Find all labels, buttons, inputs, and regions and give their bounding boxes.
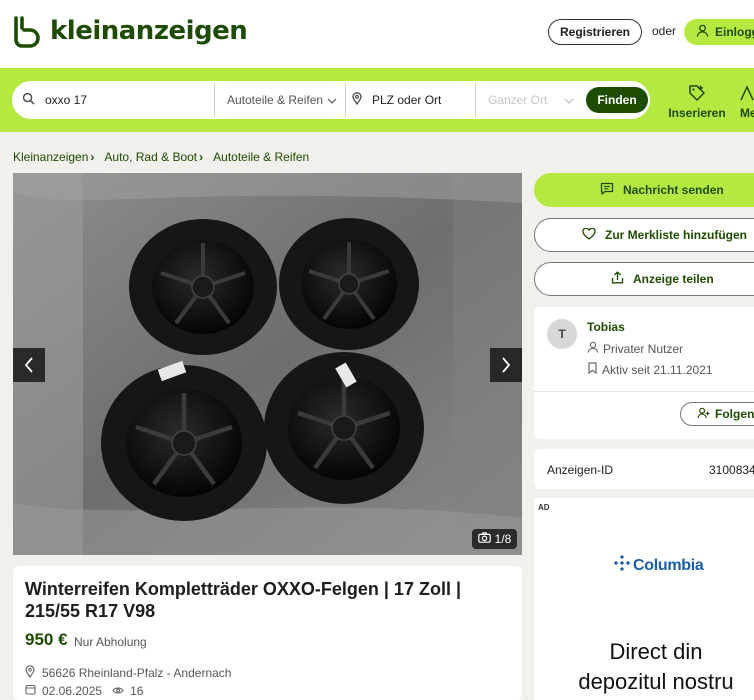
ad-id-box: Anzeigen-ID 31008341 — [534, 449, 754, 489]
login-button[interactable]: Einloggen — [684, 19, 754, 45]
ad-tag: AD — [538, 503, 550, 512]
listing-details: Winterreifen Kompletträder OXXO-Felgen |… — [13, 566, 522, 700]
find-button[interactable]: Finden — [586, 87, 648, 113]
breadcrumb-item[interactable]: Kleinanzeigen — [13, 150, 88, 164]
add-to-watchlist-button[interactable]: Zur Merkliste hinzufügen — [534, 218, 754, 252]
register-button[interactable]: Registrieren — [548, 19, 642, 45]
ad-headline: Direct din depozitul nostru — [578, 639, 734, 694]
send-message-label: Nachricht senden — [623, 183, 724, 197]
gallery-counter-text: 1/8 — [494, 532, 512, 546]
wheel-bottom-right — [264, 352, 424, 504]
user-icon — [696, 24, 709, 40]
bookmark-icon — [587, 362, 598, 377]
wheel-top-left — [129, 219, 277, 355]
send-message-button[interactable]: Nachricht senden — [534, 173, 754, 207]
listing-price: 950 € — [25, 630, 68, 649]
logo-mark-icon — [12, 14, 42, 48]
gallery-next-button[interactable] — [490, 348, 522, 382]
more-icon — [740, 84, 754, 104]
login-label: Einloggen — [715, 25, 754, 39]
gallery-counter: 1/8 — [472, 529, 517, 549]
breadcrumb: Kleinanzeigen › Auto, Rad & Boot › Autot… — [13, 150, 309, 164]
radius-select[interactable]: Ganzer Ort — [476, 83, 582, 117]
chevron-right-icon — [502, 357, 511, 373]
divider — [534, 391, 754, 392]
category-select[interactable]: Autoteile & Reifen — [215, 83, 346, 117]
location-pin-icon — [25, 665, 35, 681]
logo-text: kleinanzeigen — [50, 16, 248, 46]
user-icon — [587, 341, 599, 356]
user-plus-icon — [697, 407, 710, 422]
seller-active-since-text: Aktiv seit 21.11.2021 — [602, 362, 713, 377]
insert-nav-item[interactable]: Inserieren — [668, 84, 726, 120]
breadcrumb-separator-icon: › — [199, 150, 204, 164]
search-box: oxxo 17 Autoteile & Reifen PLZ oder Ort … — [12, 81, 650, 119]
shipping-info: Nur Abholung — [74, 635, 147, 649]
search-query-value: oxxo 17 — [45, 93, 88, 107]
gallery-prev-button[interactable] — [13, 348, 45, 382]
more-label: Me — [740, 106, 754, 120]
radius-value: Ganzer Ort — [488, 93, 548, 107]
insert-label: Inserieren — [668, 106, 726, 120]
listing-date: 02.06.2025 — [42, 684, 103, 698]
ad-brand-logo: Columbia — [613, 554, 704, 576]
search-query-field[interactable]: oxxo 17 — [14, 83, 215, 117]
view-count: 16 — [130, 684, 144, 698]
ad-id-value: 31008341 — [709, 463, 754, 477]
breadcrumb-item[interactable]: Auto, Rad & Boot — [104, 150, 197, 164]
watchlist-label: Zur Merkliste hinzufügen — [605, 228, 748, 242]
chevron-down-icon — [564, 93, 574, 107]
listing-location: 56626 Rheinland-Pfalz - Andernach — [25, 665, 231, 681]
chat-icon — [600, 182, 614, 198]
image-gallery[interactable]: 1/8 — [13, 173, 522, 555]
share-ad-button[interactable]: Anzeige teilen — [534, 262, 754, 296]
listing-location-text[interactable]: 56626 Rheinland-Pfalz - Andernach — [42, 666, 231, 680]
columbia-diamond-icon — [613, 554, 631, 576]
search-band: oxxo 17 Autoteile & Reifen PLZ oder Ort … — [0, 68, 754, 132]
ad-brand-name: Columbia — [633, 556, 704, 574]
chevron-down-icon — [327, 93, 337, 107]
or-label: oder — [652, 24, 677, 38]
seller-card: T Tobias Privater Nutzer Aktiv seit 21.1… — [534, 307, 754, 439]
location-placeholder: PLZ oder Ort — [372, 93, 442, 107]
camera-icon — [477, 532, 491, 546]
seller-active-since: Aktiv seit 21.11.2021 — [587, 362, 713, 377]
calendar-icon — [25, 684, 36, 698]
category-value: Autoteile & Reifen — [227, 93, 324, 107]
share-label: Anzeige teilen — [633, 272, 714, 286]
location-pin-icon — [352, 92, 362, 108]
eye-icon — [112, 684, 124, 698]
search-icon — [22, 92, 35, 108]
more-nav-item[interactable]: Me — [740, 84, 754, 120]
site-logo[interactable]: kleinanzeigen — [12, 14, 248, 48]
chevron-left-icon — [24, 357, 33, 373]
breadcrumb-item[interactable]: Autoteile & Reifen — [213, 150, 309, 164]
seller-type-text: Privater Nutzer — [603, 341, 684, 356]
location-input[interactable]: PLZ oder Ort — [346, 83, 476, 117]
seller-type: Privater Nutzer — [587, 341, 683, 356]
advertisement[interactable]: AD Columbia Direct din depozitul nostru — [534, 498, 754, 700]
avatar[interactable]: T — [547, 319, 577, 349]
listing-meta: 02.06.2025 16 — [25, 684, 143, 698]
share-icon — [611, 271, 624, 287]
ad-id-label: Anzeigen-ID — [547, 463, 614, 477]
breadcrumb-separator-icon: › — [90, 150, 95, 164]
follow-label: Folgen — [715, 407, 754, 421]
listing-title: Winterreifen Kompletträder OXXO-Felgen |… — [25, 579, 461, 621]
heart-icon — [582, 227, 596, 243]
follow-button[interactable]: Folgen — [680, 402, 754, 426]
tag-heart-icon — [688, 84, 706, 104]
top-header: kleinanzeigen Registrieren oder Einlogge… — [0, 0, 754, 68]
listing-photo — [13, 173, 522, 555]
wheel-top-right — [279, 218, 419, 350]
seller-name[interactable]: Tobias — [587, 320, 625, 334]
